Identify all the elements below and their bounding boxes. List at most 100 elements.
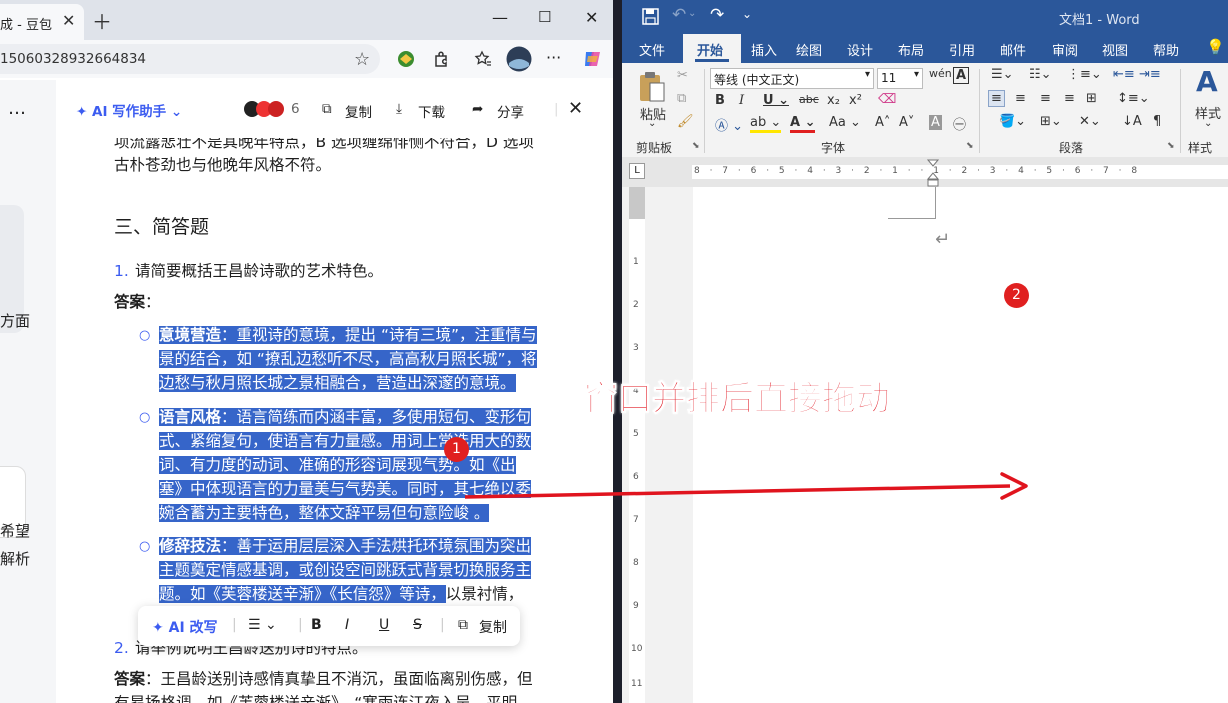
selected-text-line[interactable]: 语言风格：语言简练而内涵丰富，多使用短句、变形句 bbox=[159, 405, 532, 429]
selected-text-line[interactable]: 式、紧缩复句，使语言有力量感。用词上常选用大的数 bbox=[159, 429, 532, 453]
strikethrough-icon[interactable]: abc bbox=[799, 93, 819, 106]
tab-layout[interactable]: 布局 bbox=[898, 40, 924, 59]
bold-icon[interactable]: B bbox=[715, 93, 725, 108]
share-icon[interactable]: ➦ bbox=[472, 101, 483, 117]
favorites-icon[interactable] bbox=[474, 50, 492, 68]
copy-icon[interactable]: ⧉ bbox=[458, 617, 468, 633]
distributed-icon[interactable]: ⊞ bbox=[1086, 91, 1097, 106]
underline-icon[interactable]: U ⌄ bbox=[763, 93, 789, 108]
paste-icon[interactable] bbox=[638, 71, 666, 103]
indent-marker-icon[interactable] bbox=[927, 159, 939, 187]
close-tab-icon[interactable]: ✕ bbox=[62, 11, 75, 30]
maximize-icon[interactable]: ☐ bbox=[538, 8, 551, 26]
increase-indent-icon[interactable]: ⇥≡ bbox=[1139, 67, 1161, 82]
change-case-icon[interactable]: Aa ⌄ bbox=[829, 115, 861, 130]
download-icon[interactable]: ⤓ bbox=[396, 101, 402, 117]
copilot-icon[interactable] bbox=[582, 48, 604, 70]
enclose-characters-icon[interactable]: ㊀ bbox=[953, 114, 966, 133]
copy-icon[interactable]: ⧉ bbox=[322, 101, 332, 117]
tab-selector-icon[interactable]: L bbox=[629, 163, 645, 179]
text-effects-icon[interactable]: Ⓐ ⌄ bbox=[715, 115, 743, 134]
tab-draw[interactable]: 绘图 bbox=[796, 40, 822, 59]
ai-assistant-button[interactable]: ✦ AI 写作助手 ⌄ bbox=[76, 100, 182, 120]
character-border-icon[interactable]: A bbox=[953, 67, 970, 84]
tab-view[interactable]: 视图 bbox=[1102, 40, 1128, 59]
selected-text-line[interactable]: 主题奠定情感基调，或创设空间跳跃式背景切换服务主 bbox=[159, 558, 532, 582]
profile-avatar[interactable] bbox=[506, 46, 532, 72]
extension-globe-icon[interactable] bbox=[397, 50, 415, 68]
selected-text-line[interactable]: 塞》中体现语言的力量美与气势美。同时，其七绝以委 bbox=[159, 477, 532, 501]
horizontal-ruler[interactable]: 8 · 7 · 6 · 5 · 4 · 3 · 2 · 1 · · 1 · 2 … bbox=[692, 159, 1228, 187]
dialog-launcher-icon[interactable]: ⬊ bbox=[692, 141, 700, 151]
new-tab-icon[interactable]: ＋ bbox=[92, 6, 112, 35]
dialog-launcher-icon[interactable]: ⬊ bbox=[1167, 141, 1175, 151]
character-shading-icon[interactable]: A bbox=[929, 115, 942, 130]
more-menu-icon[interactable]: ··· bbox=[546, 48, 564, 67]
highlight-icon[interactable]: ab ⌄ bbox=[750, 115, 782, 133]
window-divider[interactable] bbox=[613, 0, 622, 703]
selected-text-line[interactable]: 修辞技法：善于运用层层深入手法烘托环境氛围为突出 bbox=[159, 534, 532, 558]
close-panel-icon[interactable]: ✕ bbox=[568, 98, 583, 119]
align-center-icon[interactable]: ≡ bbox=[1015, 91, 1026, 106]
selected-text-line[interactable]: 意境营造：重视诗的意境，提出 “诗有三境”，注重情与 bbox=[159, 323, 537, 347]
font-color-icon[interactable]: A ⌄ bbox=[790, 115, 816, 133]
bullets-icon[interactable]: ☰⌄ bbox=[991, 67, 1014, 82]
tab-help[interactable]: 帮助 bbox=[1153, 40, 1179, 59]
selected-text-line[interactable]: 景的结合，如 “撩乱边愁听不尽，高高秋月照长城”，将 bbox=[159, 347, 537, 371]
ai-rewrite-button[interactable]: ✦ AI 改写 bbox=[152, 617, 218, 637]
shrink-font-icon[interactable]: A˅ bbox=[899, 115, 914, 130]
dialog-launcher-icon[interactable]: ⬊ bbox=[966, 141, 974, 151]
tab-references[interactable]: 引用 bbox=[949, 40, 975, 59]
tab-review[interactable]: 审阅 bbox=[1052, 40, 1078, 59]
italic-icon[interactable]: I bbox=[345, 617, 349, 633]
minimize-icon[interactable]: — bbox=[492, 8, 508, 27]
align-right-icon[interactable]: ≡ bbox=[1040, 91, 1051, 106]
selected-text-line[interactable]: 题。如《芙蓉楼送辛渐》《长信怨》等诗，以景衬情， bbox=[159, 582, 523, 606]
grow-font-icon[interactable]: A˄ bbox=[875, 115, 890, 130]
chinese-layout-icon[interactable]: ✕⌄ bbox=[1079, 114, 1101, 129]
customize-qat-icon[interactable]: ⌄ bbox=[742, 7, 752, 21]
tab-design[interactable]: 设计 bbox=[847, 40, 873, 59]
show-marks-icon[interactable]: ¶ bbox=[1153, 114, 1161, 129]
extensions-puzzle-icon[interactable] bbox=[432, 50, 450, 68]
window-close-icon[interactable]: ✕ bbox=[585, 8, 598, 27]
decrease-indent-icon[interactable]: ⇤≡ bbox=[1113, 67, 1135, 82]
align-left-icon[interactable]: ≡ bbox=[988, 90, 1005, 107]
collaborator-avatars[interactable] bbox=[243, 100, 291, 118]
numbering-icon[interactable]: ☷⌄ bbox=[1029, 67, 1052, 82]
selected-text-line[interactable]: 边愁与秋月照长城之景相融合，营造出深邃的意境。 bbox=[159, 371, 516, 395]
document-page[interactable]: ↵ bbox=[693, 187, 1228, 703]
strikethrough-icon[interactable]: S bbox=[413, 617, 422, 633]
download-button[interactable]: 下载 bbox=[418, 101, 445, 121]
copy-button[interactable]: 复制 bbox=[345, 101, 372, 121]
save-icon[interactable] bbox=[642, 8, 659, 25]
sort-icon[interactable]: ↓A bbox=[1122, 114, 1142, 129]
superscript-icon[interactable]: x² bbox=[849, 93, 862, 108]
tab-file[interactable]: 文件 bbox=[639, 40, 665, 59]
shading-icon[interactable]: 🪣⌄ bbox=[999, 114, 1026, 129]
borders-icon[interactable]: ⊞⌄ bbox=[1040, 114, 1062, 129]
undo-icon[interactable]: ↶ bbox=[672, 5, 686, 25]
url-field[interactable]: 15060328932664834 ☆ bbox=[0, 44, 380, 74]
format-painter-icon[interactable]: 🖌 bbox=[677, 114, 694, 129]
vertical-ruler[interactable]: 1 2 3 4 5 6 7 8 9 10 11 bbox=[629, 187, 645, 703]
subscript-icon[interactable]: x₂ bbox=[827, 93, 840, 108]
styles-dropdown-icon[interactable]: ⌄ bbox=[1204, 118, 1212, 129]
multilevel-list-icon[interactable]: ⋮≡⌄ bbox=[1067, 67, 1102, 82]
underline-icon[interactable]: U bbox=[379, 617, 389, 633]
share-button[interactable]: 分享 bbox=[497, 101, 524, 121]
sidebar-more-icon[interactable]: … bbox=[8, 98, 26, 119]
selected-text-line[interactable]: 婉含蓄为主要特色，整体文辞平易但句意险峻 。 bbox=[159, 501, 490, 525]
bold-icon[interactable]: B bbox=[311, 617, 322, 633]
tab-insert[interactable]: 插入 bbox=[751, 40, 777, 59]
line-spacing-icon[interactable]: ↕≡⌄ bbox=[1117, 91, 1150, 106]
clear-formatting-icon[interactable]: ⌫ bbox=[878, 92, 896, 107]
undo-dropdown-icon[interactable]: ⌄ bbox=[688, 8, 696, 19]
copy-button[interactable]: 复制 bbox=[479, 617, 507, 637]
list-format-icon[interactable]: ☰ ⌄ bbox=[248, 617, 277, 633]
copy-icon[interactable]: ⧉ bbox=[677, 91, 686, 106]
phonetic-guide-icon[interactable]: wén bbox=[929, 67, 952, 80]
tab-home[interactable]: 开始 bbox=[683, 34, 741, 63]
paste-dropdown-icon[interactable]: ⌄ bbox=[648, 118, 656, 129]
justify-icon[interactable]: ≡ bbox=[1064, 91, 1075, 106]
